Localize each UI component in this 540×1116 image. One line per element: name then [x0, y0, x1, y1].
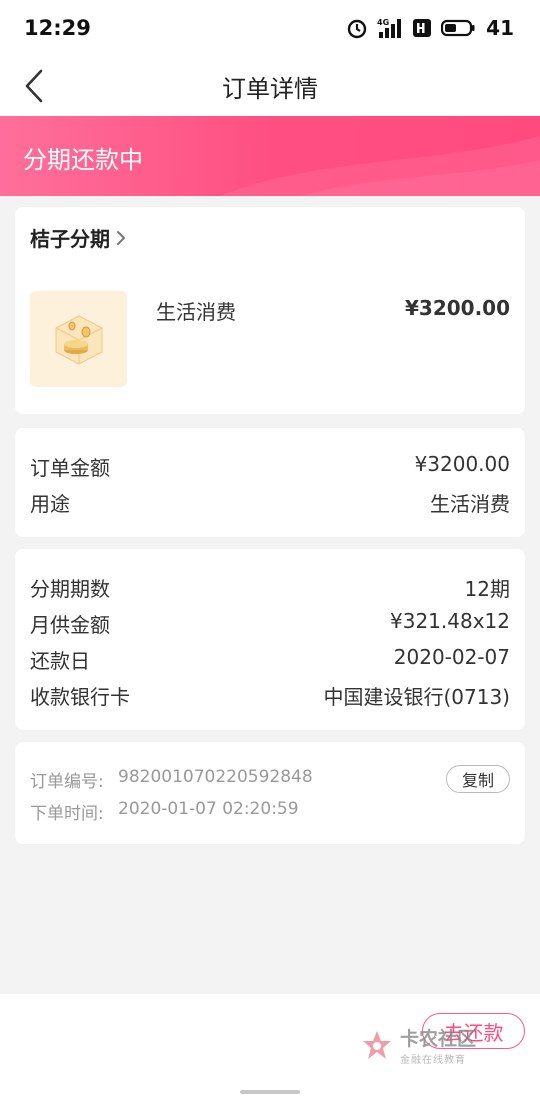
info-value: ¥3200.00	[414, 452, 510, 476]
info-label: 还款日	[30, 649, 90, 673]
battery-icon	[441, 18, 475, 38]
watermark-text: 卡农社区 金融在线教育	[400, 1024, 476, 1066]
info-label: 用途	[30, 492, 70, 516]
hd-voice-icon	[412, 17, 432, 39]
order-time-label: 下单时间:	[30, 804, 104, 824]
info-row-order-amount: 订单金额 ¥3200.00	[30, 452, 510, 481]
status-icons: 4G 41	[346, 16, 514, 40]
order-number-label: 订单编号:	[30, 772, 104, 792]
order-meta-card: 订单编号: 982001070220592848 复制 下单时间: 2020-0…	[15, 742, 525, 844]
info-value: 生活消费	[430, 492, 510, 516]
info-value: ¥321.48x12	[390, 609, 510, 633]
info-label: 分期期数	[30, 577, 110, 601]
alarm-icon	[346, 17, 368, 39]
info-value: 2020-02-07	[393, 645, 510, 669]
product-price: ¥3200.00	[404, 296, 510, 320]
signal-icon: 4G	[377, 17, 403, 39]
order-number: 982001070220592848	[118, 767, 313, 787]
order-status-text: 分期还款中	[23, 146, 143, 174]
watermark: 卡农社区 金融在线教育	[360, 1024, 476, 1066]
product-card: 桔子分期 生活消费 ¥3200.00	[15, 207, 525, 414]
product-thumbnail	[30, 291, 127, 387]
back-button[interactable]	[14, 62, 54, 110]
product-name: 生活消费	[156, 300, 236, 324]
info-label: 收款银行卡	[30, 685, 130, 709]
status-bar: 12:29 4G 41	[0, 0, 540, 56]
order-time-row: 下单时间: 2020-01-07 02:20:59	[30, 799, 299, 824]
merchant-link[interactable]: 桔子分期	[30, 223, 126, 252]
info-row-repayment-date: 还款日 2020-02-07	[30, 645, 510, 674]
info-row-installment-count: 分期期数 12期	[30, 573, 510, 602]
coin-box-icon	[46, 306, 112, 372]
merchant-name: 桔子分期	[30, 227, 110, 251]
info-row-purpose: 用途 生活消费	[30, 488, 510, 517]
copy-button[interactable]: 复制	[446, 765, 510, 793]
installment-plan-card: 分期期数 12期 月供金额 ¥321.48x12 还款日 2020-02-07 …	[15, 549, 525, 730]
watermark-subtitle: 金融在线教育	[400, 1055, 466, 1066]
chevron-left-icon	[24, 69, 44, 103]
chevron-right-icon	[116, 230, 126, 246]
info-row-monthly-payment: 月供金额 ¥321.48x12	[30, 609, 510, 638]
order-time: 2020-01-07 02:20:59	[118, 799, 299, 819]
watermark-title: 卡农社区	[400, 1028, 477, 1050]
page-title: 订单详情	[222, 74, 318, 103]
info-row-bank-card: 收款银行卡 中国建设银行(0713)	[30, 681, 510, 710]
info-value: 12期	[464, 577, 510, 601]
info-label: 月供金额	[30, 613, 110, 637]
nav-bar: 订单详情	[0, 56, 540, 116]
bottom-action-bar: 去还款 卡农社区 金融在线教育	[0, 994, 540, 1116]
network-type-label: 4G	[377, 18, 389, 27]
status-time: 12:29	[24, 16, 91, 40]
info-value: 中国建设银行(0713)	[323, 685, 510, 709]
home-indicator[interactable]	[240, 1090, 300, 1094]
status-banner: 分期还款中	[0, 116, 540, 196]
battery-level: 41	[486, 16, 514, 40]
info-label: 订单金额	[30, 456, 110, 480]
order-info-card: 订单金额 ¥3200.00 用途 生活消费	[15, 428, 525, 537]
order-number-row: 订单编号: 982001070220592848	[30, 767, 313, 792]
watermark-logo-icon	[360, 1028, 394, 1062]
